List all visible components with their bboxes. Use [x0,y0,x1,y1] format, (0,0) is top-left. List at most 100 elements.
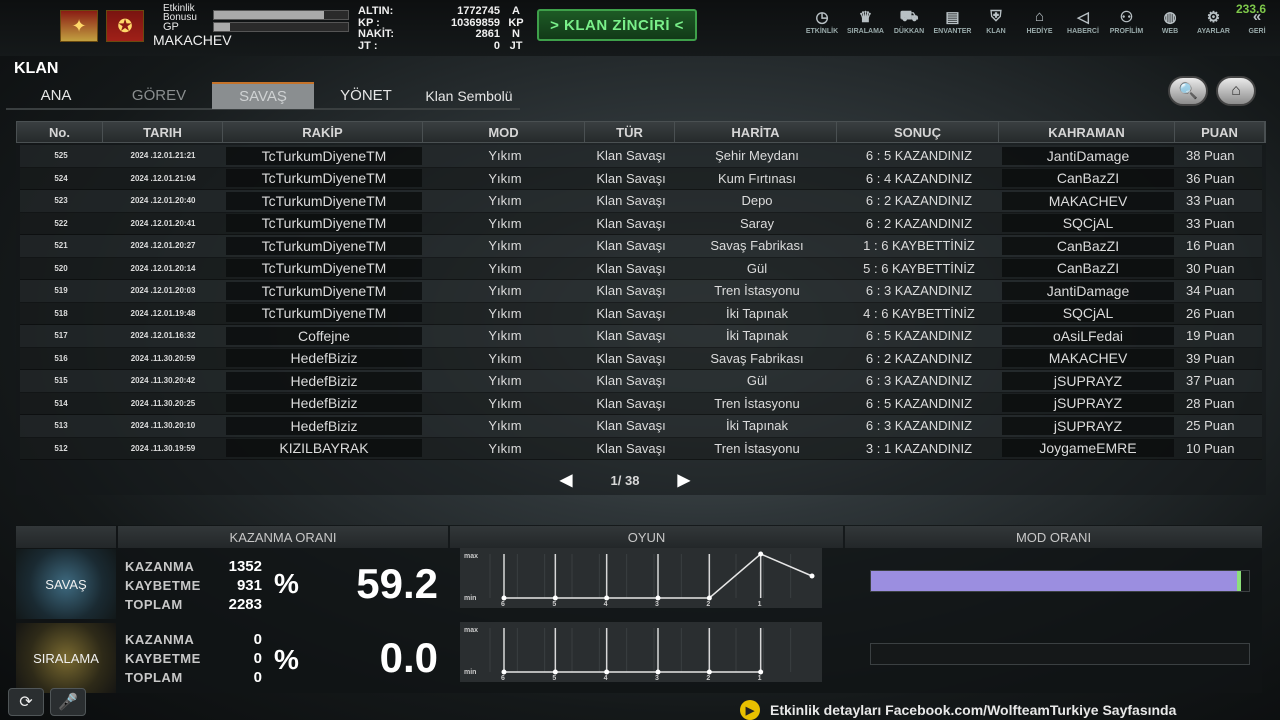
column-header[interactable]: TÜR [585,122,675,142]
table-row[interactable]: 512 2024 .11.30.19:59 KIZILBAYRAK Yıkım Klan… [20,437,1262,460]
siralama-percent-sign: % [274,644,299,675]
nav-haberci̇[interactable]: ◁ HABERCİ [1061,8,1105,42]
table-cell: oAsiLFedai [1002,326,1174,345]
tab-klan-sembolu[interactable]: Klan Sembolü [418,82,520,109]
savas-win-label: KAZANMA [125,559,195,574]
news-ticker: ▶ Etkinlik detayları Facebook.com/Wolfte… [740,700,1280,720]
clan-chain-button[interactable]: > KLAN ZİNCİRİ < [537,9,697,41]
table-cell: Tren İstasyonu [714,283,800,299]
table-cell: HedefBiziz [226,371,422,390]
table-row[interactable]: 515 2024 .11.30.20:42 HedefBiziz Yıkım Klan … [20,370,1262,393]
nav-label: WEB [1161,28,1179,35]
table-cell: 2024 .12.01.20:40 [130,196,196,206]
graph-point [604,595,610,601]
table-cell: 2024 .12.01.21:21 [130,151,196,161]
nav-profi̇li̇m[interactable]: ⚇ PROFİLİM [1105,8,1149,42]
next-page-button[interactable]: ▶ [678,470,690,490]
table-row[interactable]: 514 2024 .11.30.20:25 HedefBiziz Yıkım Klan … [20,392,1262,415]
table-cell: 513 [54,421,68,431]
column-header[interactable]: TARIH [103,122,223,142]
table-cell: 30 Puan [1186,260,1235,276]
table-cell: 5 : 6 KAYBETTİNİZ [863,260,975,276]
table-cell: Yıkım [488,148,522,164]
tab-savas[interactable]: SAVAŞ [212,82,314,109]
currency-units: A KP N JT [504,5,528,52]
table-row[interactable]: 516 2024 .11.30.20:59 HedefBiziz Yıkım Klan … [20,347,1262,370]
microphone-button[interactable]: 🎤 [50,688,86,716]
tab-ana[interactable]: ANA [6,82,106,109]
cash-value: 2861 [475,28,500,40]
table-cell: 524 [54,173,68,183]
column-header[interactable]: PUAN [1175,122,1265,142]
table-cell: Klan Savaşı [596,283,666,299]
player-name: MAKACHEV [153,32,232,48]
nav-dükkan[interactable]: ⛟ DÜKKAN [887,8,931,42]
prev-page-button[interactable]: ◀ [560,470,572,490]
stats-header-mode-ratio: MOD ORANI [845,526,1262,548]
ranking-icon: ♛ [858,9,873,26]
table-cell: Depo [741,193,773,209]
cart-icon: ⛟ [899,8,919,25]
table-cell: HedefBiziz [226,349,422,368]
table-cell: İki Tapınak [726,328,788,344]
table-cell: JantiDamage [1002,146,1174,165]
table-cell: Yıkım [488,215,522,231]
nav-web[interactable]: ◍ WEB [1148,8,1192,42]
table-cell: 514 [54,398,68,408]
savas-games-graph: max min 6 5 4 3 2 1 [460,548,822,608]
table-row[interactable]: 522 2024 .12.01.20:41 TcTurkumDiyeneTM Yıkı… [20,212,1262,235]
table-cell: 6 : 3 KAZANDINIZ [865,373,973,389]
table-row[interactable]: 523 2024 .12.01.20:40 TcTurkumDiyeneTM Yıkı… [20,190,1262,213]
column-header[interactable]: No. [17,122,103,142]
table-cell: 2024 .11.30.20:42 [130,376,196,386]
gold-unit: A [512,5,520,17]
column-header[interactable]: KAHRAMAN [999,122,1175,142]
nav-klan[interactable]: ⛨ KLAN [974,8,1018,42]
profile-icon: ⚇ [1119,9,1134,26]
nav-hedi̇ye[interactable]: ⌂ HEDİYE [1018,8,1062,42]
column-header[interactable]: SONUÇ [837,122,999,142]
table-cell: Yıkım [488,440,522,456]
table-cell: 36 Puan [1186,170,1235,186]
graph-tick-label: 4 [604,675,608,682]
table-cell: jSUPRAYZ [1002,416,1174,435]
table-row[interactable]: 519 2024 .12.01.20:03 TcTurkumDiyeneTM Yıkı… [20,280,1262,303]
table-row[interactable]: 520 2024 .12.01.20:14 TcTurkumDiyeneTM Yıkı… [20,257,1262,280]
column-header[interactable]: HARİTA [675,122,837,142]
nav-etki̇nli̇k[interactable]: ◷ ETKİNLİK [800,8,844,42]
refresh-button[interactable]: ⟳ [8,688,44,716]
table-row[interactable]: 518 2024 .12.01.19:48 TcTurkumDiyeneTM Yıkı… [20,302,1262,325]
home-button[interactable]: ⌂ [1216,76,1256,106]
table-row[interactable]: 525 2024 .12.01.21:21 TcTurkumDiyeneTM Yıkı… [20,145,1262,168]
table-cell: 6 : 5 KAZANDINIZ [865,395,973,411]
table-cell: CanBazZI [1002,259,1174,278]
nav-ayarlar[interactable]: ⚙ AYARLAR [1192,8,1236,42]
table-cell: 515 [54,376,68,386]
tab-yonet[interactable]: YÖNET [314,82,418,109]
table-cell: Yıkım [488,170,522,186]
table-cell: 6 : 2 KAZANDINIZ [865,350,973,366]
table-row[interactable]: 521 2024 .12.01.20:27 TcTurkumDiyeneTM Yıkı… [20,235,1262,258]
nav-siralama[interactable]: ♛ SIRALAMA [844,8,888,42]
savas-percent-sign: % [274,568,299,599]
column-header[interactable]: MOD [423,122,585,142]
tab-gorev[interactable]: GÖREV [106,82,212,109]
megaphone-icon: ◁ [1077,9,1089,26]
table-row[interactable]: 517 2024 .12.01.16:32 Coffejne Yıkım Klan Sa… [20,325,1262,348]
table-cell: 33 Puan [1186,193,1235,209]
savas-values: 1352 931 2283 [222,557,262,614]
table-cell: HedefBiziz [226,416,422,435]
table-cell: Yıkım [488,328,522,344]
table-cell: Savaş Fabrikası [710,350,804,366]
column-header[interactable]: RAKİP [223,122,423,142]
table-cell: 519 [54,286,68,296]
table-cell: Klan Savaşı [596,170,666,186]
table-cell: 16 Puan [1186,238,1235,254]
home-icon: ⌂ [1231,82,1241,99]
table-row[interactable]: 513 2024 .11.30.20:10 HedefBiziz Yıkım Klan … [20,415,1262,438]
table-cell: 2024 .11.30.20:59 [130,353,196,363]
nav-envanter[interactable]: ▤ ENVANTER [931,8,975,42]
nav-label: GERİ [1248,28,1266,35]
table-row[interactable]: 524 2024 .12.01.21:04 TcTurkumDiyeneTM Yıkı… [20,167,1262,190]
search-button[interactable]: 🔍 [1168,76,1208,106]
